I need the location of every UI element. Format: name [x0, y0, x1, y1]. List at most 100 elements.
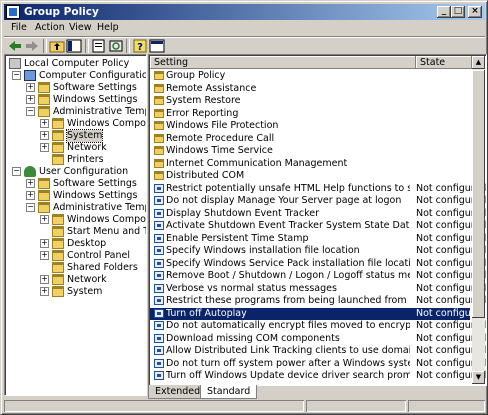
tree-item-label: User Configuration: [39, 166, 129, 177]
policy-setting-row[interactable]: Do not automatically encrypt files moved…: [150, 320, 486, 332]
folder-row[interactable]: Windows Time Service: [150, 145, 470, 157]
expand-icon[interactable]: +: [40, 275, 49, 284]
setting-name: Activate Shutdown Event Tracker System S…: [166, 220, 410, 231]
console-tree[interactable]: Local Computer Policy − Computer Configu…: [4, 54, 147, 396]
setting-name: Specify Windows installation file locati…: [166, 245, 360, 256]
collapse-icon[interactable]: −: [26, 107, 35, 116]
menu-help[interactable]: Help: [92, 20, 124, 36]
column-header-state[interactable]: State: [416, 56, 472, 69]
folder-icon: [38, 106, 50, 117]
expand-icon[interactable]: +: [26, 179, 35, 188]
collapse-icon[interactable]: −: [12, 71, 21, 80]
group-policy-window: Group Policy _ □ × File Action View Help…: [0, 0, 488, 415]
tab-extended[interactable]: Extended: [148, 385, 208, 399]
setting-name: Specify Windows Service Pack installatio…: [166, 257, 410, 269]
show-tree-icon[interactable]: [66, 39, 82, 53]
folder-row[interactable]: Group Policy: [150, 70, 470, 82]
policy-setting-icon: [154, 196, 164, 205]
expand-icon[interactable]: +: [40, 119, 49, 128]
tree-item-label: Control Panel: [67, 250, 130, 261]
setting-name: Windows Time Service: [166, 145, 273, 156]
maximize-button[interactable]: □: [451, 6, 465, 18]
column-header-setting[interactable]: Setting: [150, 56, 416, 69]
expand-icon[interactable]: +: [40, 143, 49, 152]
settings-list[interactable]: Setting State Group Policy Remote Assista…: [148, 54, 487, 386]
setting-name: Do not turn off system power after a Win…: [166, 357, 410, 369]
policy-setting-icon: [154, 208, 164, 218]
folder-icon: [52, 142, 64, 153]
vertical-scrollbar[interactable]: ▲ ▼: [472, 56, 485, 384]
properties-icon[interactable]: [91, 39, 107, 53]
policy-setting-row[interactable]: Do not turn off system power after a Win…: [150, 357, 486, 370]
scroll-up-button[interactable]: ▲: [472, 56, 485, 69]
setting-name: Restrict potentially unsafe HTML Help fu…: [166, 182, 410, 194]
folder-icon: [38, 190, 50, 201]
folder-icon: [52, 130, 64, 141]
folder-icon: [154, 83, 164, 93]
folder-row[interactable]: Remote Assistance: [150, 83, 470, 95]
status-pane: [408, 400, 485, 412]
tree-item-label: Start Menu and Taskbar: [67, 226, 146, 237]
console-tree-icon[interactable]: [149, 39, 165, 53]
title-bar[interactable]: Group Policy _ □ ×: [4, 4, 485, 20]
forward-icon[interactable]: [24, 39, 40, 53]
close-button[interactable]: ×: [468, 6, 482, 18]
policy-setting-row[interactable]: Enable Persistent Time Stamp Not configur…: [150, 233, 486, 245]
expand-icon[interactable]: +: [26, 83, 35, 92]
policy-setting-row[interactable]: Turn off Windows Update device driver se…: [150, 370, 486, 382]
policy-setting-row[interactable]: Specify Windows Service Pack installatio…: [150, 257, 486, 270]
expand-icon[interactable]: +: [40, 251, 49, 260]
setting-name: System Restore: [166, 95, 241, 106]
refresh-icon[interactable]: [108, 39, 124, 53]
policy-setting-row[interactable]: Remove Boot / Shutdown / Logon / Logoff …: [150, 270, 486, 282]
folder-row[interactable]: Error Reporting: [150, 108, 470, 120]
help-icon[interactable]: ?: [132, 39, 148, 53]
policy-setting-row[interactable]: Restrict potentially unsafe HTML Help fu…: [150, 182, 486, 195]
collapse-icon[interactable]: −: [12, 167, 21, 176]
folder-row[interactable]: Internet Communication Management: [150, 158, 470, 170]
setting-name: Windows File Protection: [166, 120, 279, 131]
folder-icon: [154, 146, 164, 155]
expand-icon[interactable]: +: [26, 191, 35, 200]
policy-setting-row[interactable]: Verbose vs normal status messages Not con…: [150, 283, 486, 295]
policy-setting-row[interactable]: Do not display Manage Your Server page a…: [150, 195, 486, 207]
policy-setting-row[interactable]: Restrict these programs from being launc…: [150, 295, 486, 307]
expand-icon[interactable]: +: [40, 239, 49, 248]
policy-setting-icon: [154, 183, 164, 193]
setting-name: Allow Distributed Link Tracking clients …: [166, 345, 410, 356]
tree-item-label: Printers: [67, 154, 104, 165]
policy-setting-row[interactable]: Display Shutdown Event Tracker Not config…: [150, 207, 486, 220]
folder-icon: [52, 118, 64, 129]
collapse-icon[interactable]: −: [26, 203, 35, 212]
svg-text:?: ?: [137, 42, 143, 53]
policy-setting-icon: [154, 346, 164, 355]
group-policy-app-icon[interactable]: [6, 5, 20, 19]
setting-name: Display Shutdown Event Tracker: [166, 207, 319, 219]
back-icon[interactable]: [7, 39, 23, 53]
setting-name: Remote Assistance: [166, 82, 257, 94]
policy-setting-row[interactable]: Specify Windows installation file locati…: [150, 245, 486, 257]
policy-setting-row[interactable]: Allow Distributed Link Tracking clients …: [150, 345, 486, 357]
expand-icon[interactable]: +: [40, 215, 49, 224]
up-folder-icon[interactable]: [49, 39, 65, 53]
menu-file[interactable]: File: [6, 20, 32, 36]
setting-name: Restrict these programs from being launc…: [166, 295, 410, 306]
setting-name: Internet Communication Management: [166, 157, 348, 169]
folder-icon: [52, 286, 64, 297]
expand-icon[interactable]: +: [26, 95, 35, 104]
policy-setting-row[interactable]: Download missing COM components Not confi…: [150, 333, 486, 345]
folder-row[interactable]: Remote Procedure Call: [150, 133, 470, 145]
folder-icon: [52, 274, 64, 285]
policy-setting-row[interactable]: Activate Shutdown Event Tracker System S…: [150, 220, 486, 232]
tab-standard[interactable]: Standard: [200, 385, 258, 399]
folder-row[interactable]: Distributed COM: [150, 170, 470, 182]
expand-icon[interactable]: +: [40, 131, 49, 140]
scroll-thumb[interactable]: [472, 70, 485, 318]
minimize-button[interactable]: _: [437, 6, 451, 18]
folder-row[interactable]: System Restore: [150, 95, 470, 107]
scroll-down-button[interactable]: ▼: [472, 371, 485, 384]
folder-row[interactable]: Windows File Protection: [150, 120, 470, 132]
setting-name: Do not display Manage Your Server page a…: [166, 195, 402, 206]
expand-icon[interactable]: +: [40, 287, 49, 296]
policy-setting-row[interactable]: Turn off Autoplay Not configured: [150, 307, 486, 320]
